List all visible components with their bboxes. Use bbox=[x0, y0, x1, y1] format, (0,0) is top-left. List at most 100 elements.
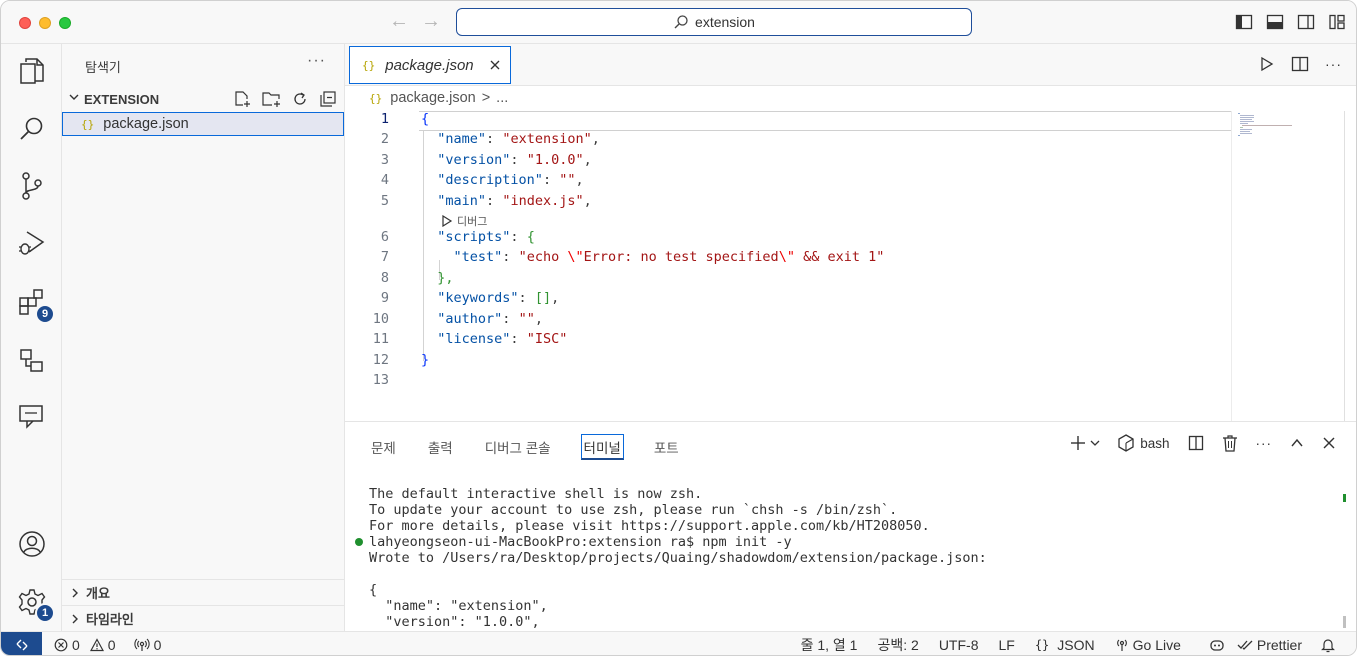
explorer-folder-section[interactable]: EXTENSION bbox=[62, 88, 345, 110]
terminal-line: To update your account to use zsh, pleas… bbox=[369, 502, 898, 518]
command-center-search[interactable]: extension bbox=[456, 8, 972, 36]
tab-debug-console[interactable]: 디버그 콘솔 bbox=[483, 434, 553, 460]
notifications-bell-icon[interactable] bbox=[1320, 637, 1336, 653]
code-line: 11 "license": "ISC" bbox=[372, 331, 568, 347]
settings-gear-icon[interactable]: 1 bbox=[15, 585, 55, 623]
broadcast-icon bbox=[133, 638, 150, 651]
minimap[interactable] bbox=[1231, 111, 1341, 421]
new-terminal-button[interactable] bbox=[1070, 435, 1100, 451]
terminal-scrollbar-marker bbox=[1343, 616, 1346, 628]
shell-name: bash bbox=[1140, 435, 1170, 451]
file-name: package.json bbox=[103, 116, 189, 132]
source-control-icon[interactable] bbox=[15, 169, 49, 203]
new-folder-icon[interactable] bbox=[261, 90, 281, 108]
timeline-label: 타임라인 bbox=[86, 612, 134, 627]
remote-explorer-icon[interactable] bbox=[15, 344, 49, 378]
tab-package-json[interactable]: {} package.json bbox=[349, 46, 511, 84]
toggle-panel-icon[interactable] bbox=[1266, 13, 1284, 31]
extensions-badge: 9 bbox=[35, 304, 55, 324]
split-editor-icon[interactable] bbox=[1291, 56, 1309, 72]
command-success-decoration[interactable] bbox=[355, 538, 363, 546]
run-icon[interactable] bbox=[1259, 56, 1275, 72]
layout-controls bbox=[1235, 13, 1346, 31]
toggle-secondary-sidebar-icon[interactable] bbox=[1297, 13, 1315, 31]
problems-status[interactable]: 0 0 bbox=[54, 637, 116, 653]
ports-status[interactable]: 0 bbox=[133, 636, 162, 653]
new-file-icon[interactable] bbox=[233, 90, 251, 108]
split-terminal-icon[interactable] bbox=[1188, 435, 1204, 451]
remote-indicator[interactable] bbox=[1, 631, 42, 655]
indentation[interactable]: 공백: 2 bbox=[877, 635, 918, 655]
forward-arrow-icon[interactable]: → bbox=[421, 11, 441, 31]
breadcrumb-file[interactable]: package.json bbox=[390, 90, 475, 106]
warning-icon bbox=[89, 637, 104, 651]
close-window-button[interactable] bbox=[19, 17, 31, 29]
file-item-package-json[interactable]: {} package.json bbox=[62, 112, 344, 136]
explorer-icon[interactable] bbox=[15, 54, 49, 88]
code-line: 1 { bbox=[345, 111, 1231, 131]
search-icon[interactable] bbox=[15, 112, 49, 146]
trash-icon[interactable] bbox=[1222, 434, 1238, 452]
customize-layout-icon[interactable] bbox=[1328, 13, 1346, 31]
refresh-icon[interactable] bbox=[291, 90, 309, 108]
minimize-window-button[interactable] bbox=[39, 17, 51, 29]
outline-section[interactable]: 개요 bbox=[62, 579, 345, 605]
back-arrow-icon[interactable]: ← bbox=[389, 11, 409, 31]
double-check-icon bbox=[1237, 640, 1253, 650]
maximize-panel-icon[interactable] bbox=[1290, 436, 1304, 450]
error-icon bbox=[54, 638, 68, 651]
language-mode[interactable]: {} JSON bbox=[1035, 637, 1095, 653]
code-line: 2 "name": "extension", bbox=[380, 131, 600, 147]
editor-area: {} package.json ··· {} package.json > ..… bbox=[345, 44, 1356, 421]
tab-output[interactable]: 출력 bbox=[426, 434, 455, 460]
breadcrumb-rest[interactable]: ... bbox=[496, 90, 508, 106]
more-actions-icon[interactable]: ··· bbox=[1256, 436, 1273, 451]
close-icon[interactable] bbox=[488, 58, 502, 72]
terminal-shell-selector[interactable]: bash bbox=[1118, 434, 1170, 452]
tab-terminal[interactable]: 터미널 bbox=[580, 434, 624, 460]
more-actions-icon[interactable]: ··· bbox=[1325, 56, 1342, 72]
editor-scrollbar[interactable] bbox=[1344, 111, 1345, 421]
copilot-icon[interactable] bbox=[1209, 637, 1225, 653]
toggle-primary-sidebar-icon[interactable] bbox=[1235, 13, 1253, 31]
ports-count: 0 bbox=[153, 636, 162, 653]
collapse-all-icon[interactable] bbox=[319, 90, 337, 108]
tab-problems[interactable]: 문제 bbox=[369, 434, 398, 460]
terminal-line: lahyeongseon-ui-MacBookPro:extension ra$… bbox=[369, 534, 792, 550]
minimap-preview bbox=[1238, 113, 1292, 136]
code-line: 6 "scripts": { bbox=[380, 229, 535, 245]
end-of-line[interactable]: LF bbox=[998, 637, 1014, 653]
encoding[interactable]: UTF-8 bbox=[939, 637, 979, 653]
account-icon[interactable] bbox=[15, 527, 49, 561]
timeline-section[interactable]: 타임라인 bbox=[62, 605, 345, 631]
code-line: 9 "keywords": [], bbox=[380, 290, 560, 306]
panel-actions: bash ··· bbox=[1070, 434, 1336, 452]
run-debug-icon[interactable] bbox=[15, 226, 49, 260]
maximize-window-button[interactable] bbox=[59, 17, 71, 29]
tab-label: package.json bbox=[385, 56, 474, 74]
tab-ports[interactable]: 포트 bbox=[652, 434, 681, 460]
chevron-down-icon bbox=[69, 94, 79, 100]
code-line: 8 }, bbox=[380, 270, 454, 286]
prettier-status[interactable]: Prettier bbox=[1237, 637, 1302, 653]
extensions-icon[interactable]: 9 bbox=[15, 286, 55, 324]
terminal-line: The default interactive shell is now zsh… bbox=[369, 486, 703, 502]
folder-name: EXTENSION bbox=[84, 92, 160, 107]
terminal-output[interactable]: The default interactive shell is now zsh… bbox=[369, 486, 1329, 632]
terminal-line: "version": "1.0.0", bbox=[369, 614, 540, 630]
close-icon[interactable] bbox=[1322, 436, 1336, 450]
go-live-button[interactable]: Go Live bbox=[1115, 637, 1181, 653]
chevron-right-icon bbox=[72, 614, 78, 623]
sidebar-more-button[interactable]: ··· bbox=[307, 52, 326, 70]
editor-tabs: {} package.json ··· bbox=[345, 44, 1356, 86]
prettier-label: Prettier bbox=[1256, 637, 1302, 653]
breadcrumb-separator: > bbox=[481, 90, 491, 106]
chat-icon[interactable] bbox=[15, 399, 49, 433]
cursor-position[interactable]: 줄 1, 열 1 bbox=[801, 635, 858, 655]
breadcrumb[interactable]: {} package.json > ... bbox=[369, 90, 508, 106]
code-editor[interactable]: 1 { 2 "name": "extension", 3 "version": … bbox=[345, 111, 1356, 421]
play-icon bbox=[442, 215, 453, 227]
debug-codelens[interactable]: 디버그 bbox=[441, 213, 487, 229]
search-icon bbox=[674, 15, 688, 29]
